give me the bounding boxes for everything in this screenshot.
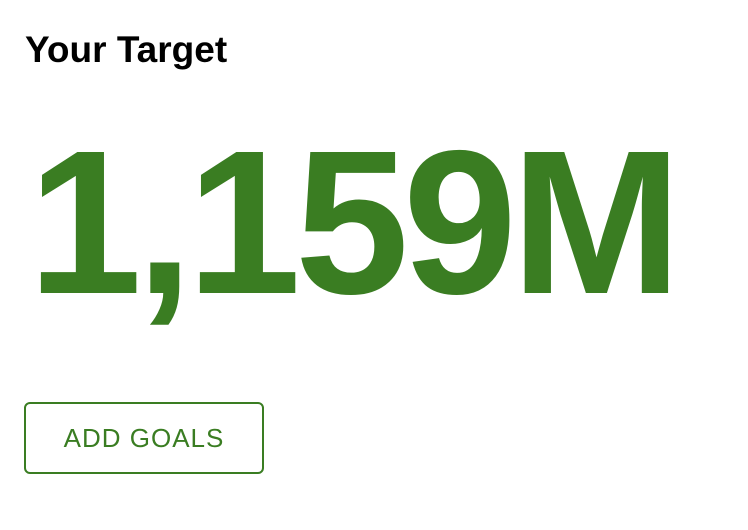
card-title: Your Target (25, 29, 228, 70)
target-value: 1,159M (28, 108, 682, 337)
add-goals-button[interactable]: ADD GOALS (24, 402, 264, 474)
target-card: Your Target 1,159M ADD GOALS (0, 0, 748, 530)
